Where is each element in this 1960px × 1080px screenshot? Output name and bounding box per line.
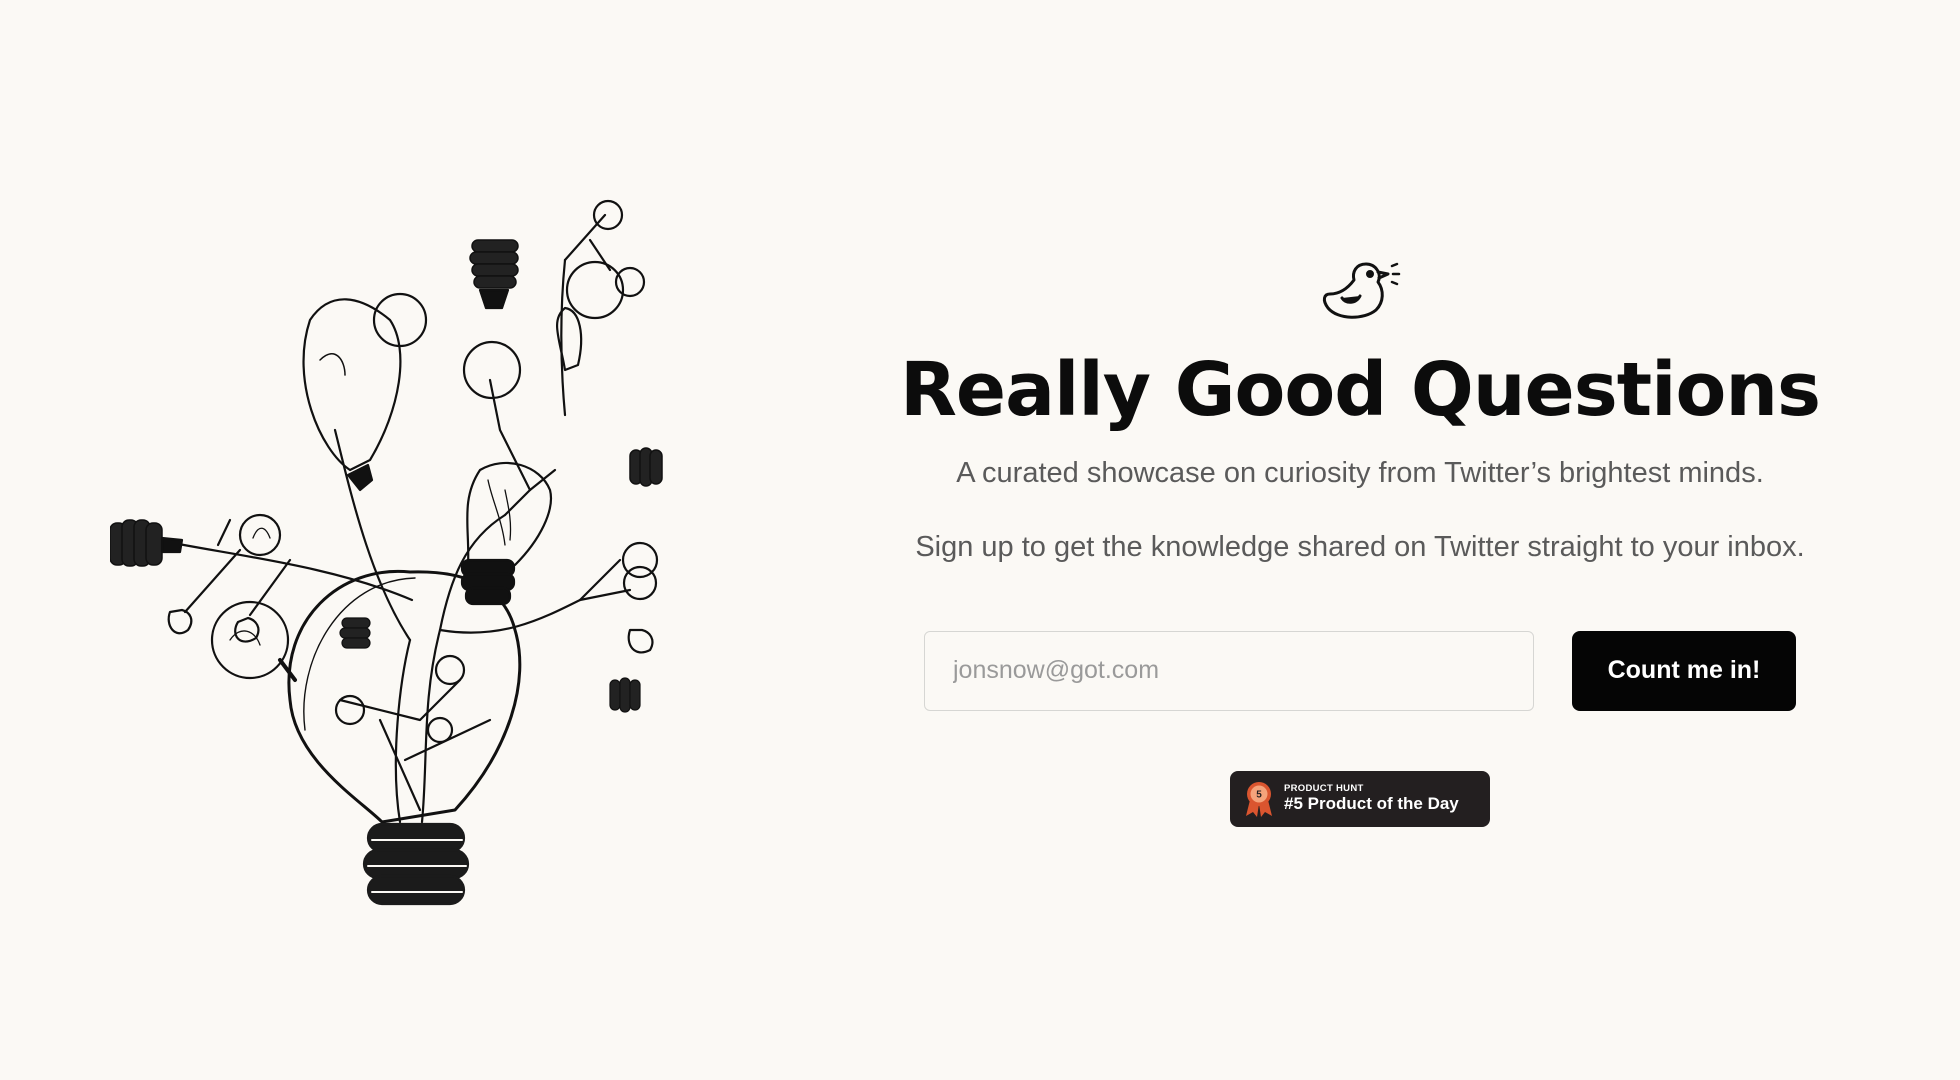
hero-section: Really Good Questions A curated showcase… [880, 250, 1840, 827]
tagline: A curated showcase on curiosity from Twi… [956, 457, 1764, 490]
page-title: Really Good Questions [899, 347, 1821, 433]
badge-text: PRODUCT HUNT #5 Product of the Day [1284, 783, 1459, 813]
product-hunt-badge[interactable]: 5 PRODUCT HUNT #5 Product of the Day [1230, 770, 1490, 827]
landing-page: Really Good Questions A curated showcase… [0, 0, 1960, 1080]
lightbulb-tree-illustration [110, 199, 663, 906]
badge-rank: 5 [1256, 789, 1262, 800]
signup-prompt: Sign up to get the knowledge shared on T… [915, 531, 1805, 564]
count-me-in-button[interactable]: Count me in! [1572, 630, 1796, 711]
signup-form: Count me in! [924, 630, 1796, 711]
medal-icon: 5 [1246, 781, 1272, 817]
badge-label: #5 Product of the Day [1284, 793, 1459, 813]
email-input[interactable] [924, 630, 1534, 711]
bird-icon [1322, 262, 1401, 319]
